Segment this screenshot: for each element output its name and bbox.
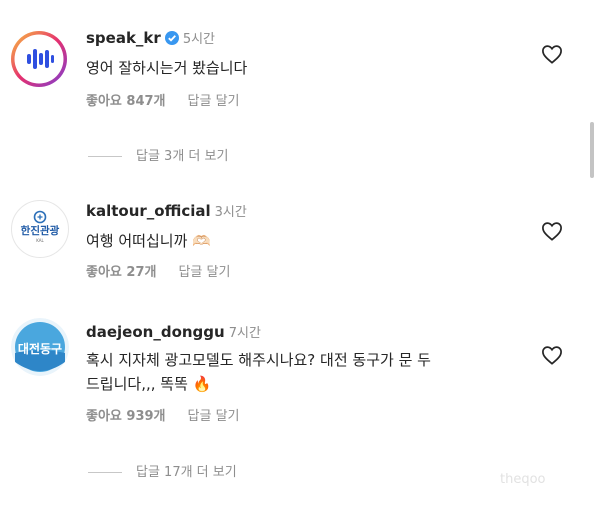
comment-actions: 좋아요 27개 답글 달기 [86, 261, 230, 280]
avatar-brand-text: 대전동구 [18, 341, 62, 356]
like-count[interactable]: 좋아요 847개 [86, 94, 166, 109]
divider-line [88, 156, 122, 157]
username[interactable]: daejeon_donggu [86, 323, 225, 341]
divider-line [88, 472, 122, 473]
heart-icon[interactable] [541, 44, 563, 64]
timestamp: 7시간 [228, 326, 261, 341]
timestamp: 5시간 [182, 32, 216, 47]
speak-logo-icon [11, 31, 67, 87]
view-more-replies-button[interactable]: 답글 3개 더 보기 [88, 145, 228, 164]
timestamp: 3시간 [214, 205, 247, 220]
daejeon-donggu-logo-icon: 대전동구 [11, 318, 69, 376]
heart-icon[interactable] [541, 345, 563, 365]
reply-button[interactable]: 답글 달기 [188, 409, 240, 424]
view-more-replies-button[interactable]: 답글 17개 더 보기 [88, 461, 237, 480]
avatar[interactable] [10, 30, 68, 88]
avatar-brand-subtext: KAL [36, 238, 44, 243]
view-more-replies-label: 답글 3개 더 보기 [136, 149, 229, 164]
hanjin-logo-icon: 한진관광 KAL [21, 210, 60, 243]
avatar[interactable]: 한진관광 KAL [11, 200, 69, 258]
avatar[interactable]: 대전동구 [11, 318, 69, 376]
comment-text: 혹시 지자체 광고모델도 해주시나요? 대전 동구가 문 두 드립니다,,, 똑… [86, 348, 431, 396]
comment-actions: 좋아요 939개 답글 달기 [86, 405, 240, 424]
avatar-brand-text: 한진관광 [21, 224, 60, 237]
comment-actions: 좋아요 847개 답글 달기 [86, 90, 240, 109]
comment-header: kaltour_official 3시간 [86, 201, 247, 220]
verified-badge-icon [164, 31, 179, 45]
reply-button[interactable]: 답글 달기 [178, 265, 230, 280]
comment-text-line: 혹시 지자체 광고모델도 해주시나요? 대전 동구가 문 두 [86, 351, 431, 369]
comment-header: speak_kr 5시간 [86, 28, 215, 47]
scrollbar[interactable] [590, 122, 594, 178]
comments-screen: { "comments": [ { "username": "speak_kr"… [0, 0, 600, 506]
comment-text: 영어 잘하시는거 봤습니다 [86, 59, 248, 77]
like-count[interactable]: 좋아요 939개 [86, 409, 166, 424]
reply-button[interactable]: 답글 달기 [188, 94, 240, 109]
comment-text: 여행 어떠십니까 🫶🏻 [86, 232, 211, 250]
like-count[interactable]: 좋아요 27개 [86, 265, 156, 280]
comment-header: daejeon_donggu 7시간 [86, 322, 261, 341]
watermark: theqoo [500, 472, 546, 487]
heart-icon[interactable] [541, 221, 563, 241]
username[interactable]: speak_kr [86, 29, 161, 47]
view-more-replies-label: 답글 17개 더 보기 [136, 465, 237, 480]
username[interactable]: kaltour_official [86, 202, 211, 220]
comment-text-line: 드립니다,,, 똑똑 🔥 [86, 375, 212, 393]
